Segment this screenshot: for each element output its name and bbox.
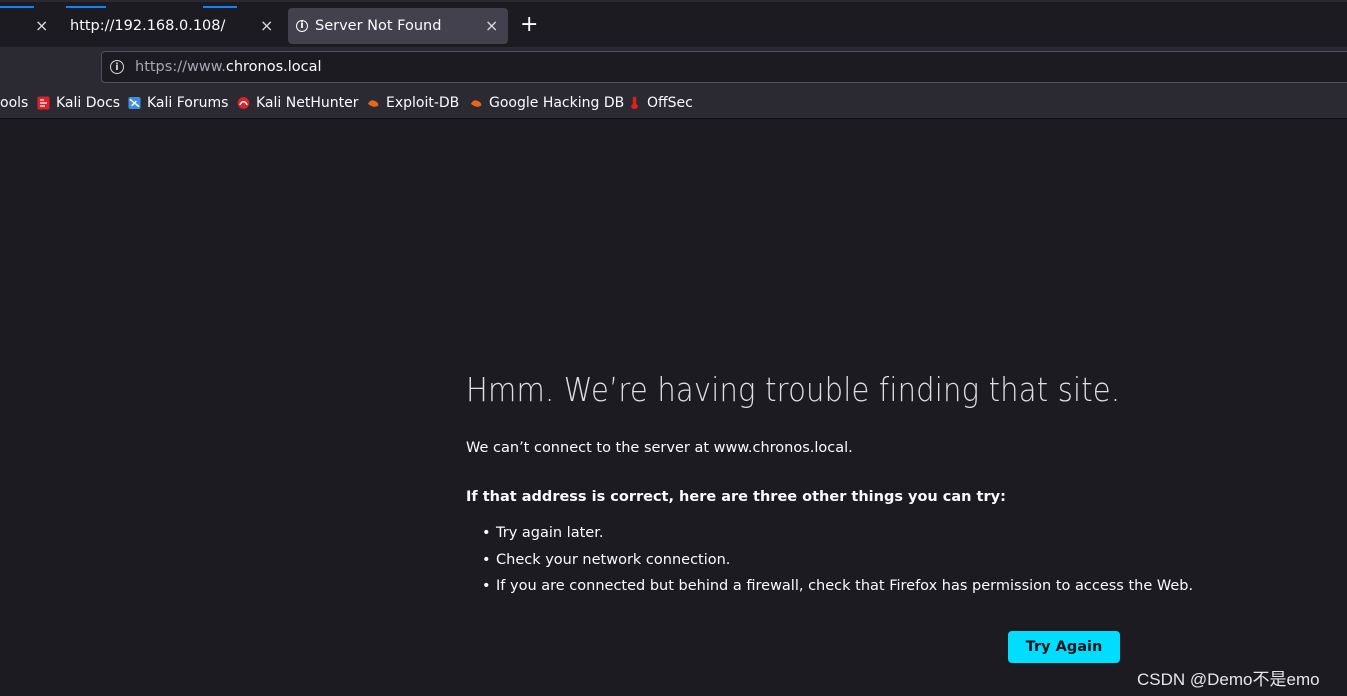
bookmark-label: Exploit-DB	[386, 94, 460, 111]
tab-server-not-found[interactable]: i Server Not Found ×	[203, 6, 508, 44]
tab-highlight	[0, 6, 34, 8]
tab-title: Server Not Found	[315, 18, 442, 34]
info-icon: i	[296, 20, 308, 32]
tab-previous[interactable]: ×	[0, 6, 58, 44]
bookmark-tools[interactable]: ools	[0, 87, 28, 118]
offsec-icon	[631, 96, 638, 109]
bookmark-label: OffSec	[647, 94, 693, 111]
list-item: If you are connected but behind a firewa…	[482, 573, 1193, 600]
exploit-db-icon	[367, 99, 379, 107]
tab-ip-address[interactable]: http://192.168.0.108/ ×	[58, 6, 284, 44]
bookmark-exploit-db[interactable]: Exploit-DB	[367, 87, 459, 118]
url-text[interactable]: https://www.chronos.local	[135, 59, 322, 75]
info-icon[interactable]: i	[110, 60, 124, 74]
bookmark-label: Kali Forums	[147, 94, 229, 111]
watermark: CSDN @Demo不是emo	[1137, 670, 1320, 689]
error-title: Hmm. We’re having trouble finding that s…	[466, 370, 1121, 409]
new-tab-button[interactable]: +	[520, 14, 538, 36]
bookmark-kali-docs[interactable]: Kali Docs	[37, 87, 120, 118]
close-icon[interactable]: ×	[260, 18, 273, 34]
bookmark-label: Kali NetHunter	[256, 94, 359, 111]
url-bar[interactable]: i https://www.chronos.local	[101, 51, 1347, 83]
try-again-button[interactable]: Try Again	[1008, 631, 1120, 663]
bookmark-google-hacking-db[interactable]: Google Hacking DB	[470, 87, 624, 118]
bookmark-label: Kali Docs	[56, 94, 121, 111]
bookmark-kali-nethunter[interactable]: Kali NetHunter	[237, 87, 358, 118]
bookmarks-toolbar: ools Kali Docs Kali Forums Kali NetHunte…	[0, 87, 1347, 119]
kali-nethunter-icon	[237, 96, 250, 109]
error-page: Hmm. We’re having trouble finding that s…	[0, 119, 1347, 696]
close-icon[interactable]: ×	[35, 18, 48, 34]
error-suggestions-list: Try again later. Check your network conn…	[482, 520, 1193, 600]
kali-docs-icon	[37, 96, 50, 109]
bookmark-label: ools	[0, 94, 29, 111]
error-short-description: We can’t connect to the server at www.ch…	[466, 440, 853, 456]
bookmark-offsec[interactable]: OffSec	[628, 87, 693, 118]
url-prefix: https://www.	[135, 59, 226, 75]
url-host: chronos.local	[225, 59, 322, 75]
error-suggestions-heading: If that address is correct, here are thr…	[466, 489, 1006, 505]
kali-forums-icon	[128, 96, 141, 109]
tab-highlight	[203, 6, 237, 8]
list-item: Try again later.	[482, 520, 1193, 547]
list-item: Check your network connection.	[482, 547, 1193, 574]
bookmark-kali-forums[interactable]: Kali Forums	[128, 87, 228, 118]
navigation-toolbar: i https://www.chronos.local	[0, 47, 1347, 87]
bookmark-label: Google Hacking DB	[489, 94, 625, 111]
tab-title: http://192.168.0.108/	[70, 18, 226, 34]
tab-highlight	[66, 6, 106, 8]
ghdb-icon	[470, 99, 482, 107]
tab-strip: × http://192.168.0.108/ × i Server Not F…	[0, 0, 1347, 47]
close-icon[interactable]: ×	[485, 18, 498, 34]
